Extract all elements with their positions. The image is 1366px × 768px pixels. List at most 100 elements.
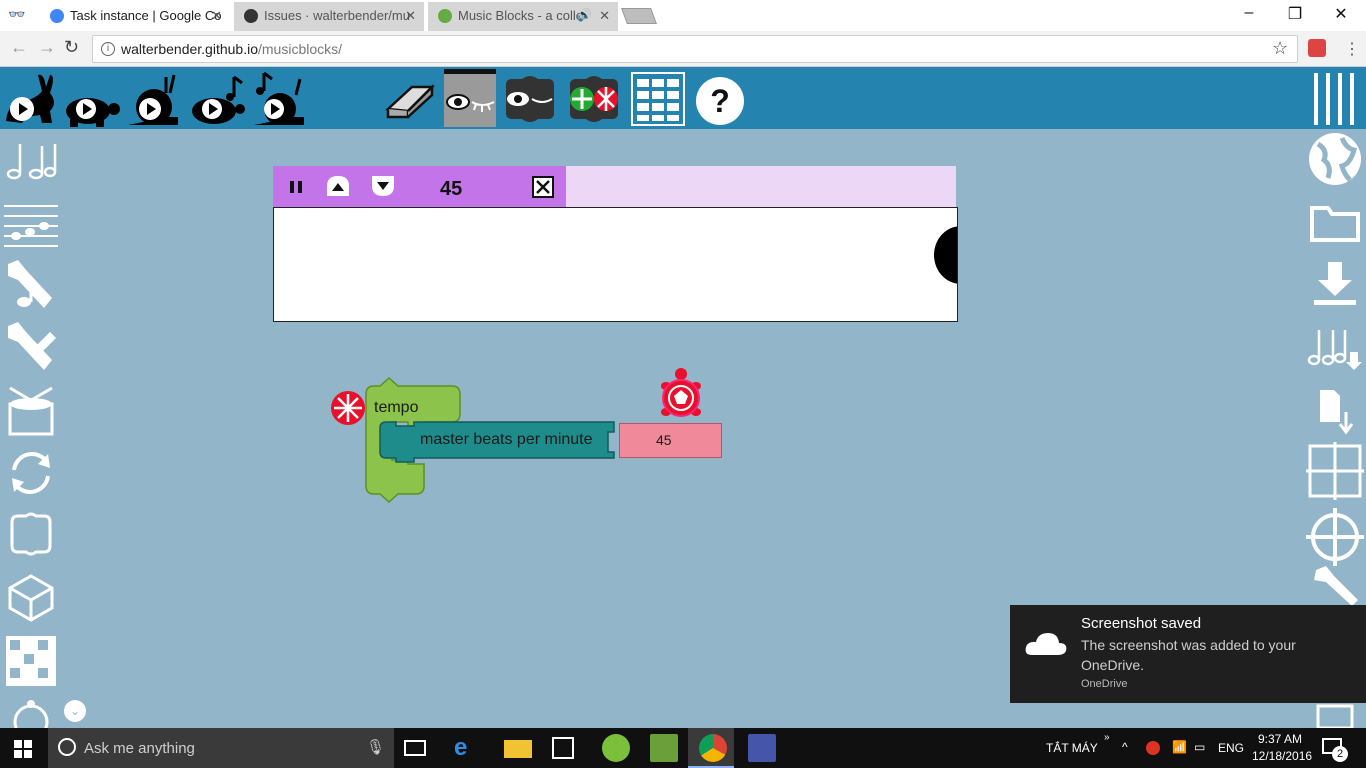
task-view-icon[interactable] — [404, 740, 426, 756]
windows-taskbar: Ask me anything 🎙 e TẮT MÁY » ^ 📶 ▭ ENG … — [0, 728, 1366, 768]
notification-app: OneDrive — [1081, 678, 1128, 690]
url-input[interactable]: i walterbender.github.io/musicblocks/ — [92, 35, 1298, 63]
speed-up-icon[interactable] — [325, 174, 351, 200]
bookmark-star-icon[interactable]: ☆ — [1272, 38, 1288, 59]
grid-palette-icon[interactable] — [4, 634, 58, 688]
tab-close-icon[interactable]: ✕ — [599, 2, 610, 29]
tab-label: Music Blocks - a colle — [458, 8, 583, 23]
tools-palette-icon[interactable] — [4, 320, 58, 374]
pitch-palette-icon[interactable] — [4, 196, 58, 250]
master-bpm-label: master beats per minute — [420, 431, 593, 448]
wifi-icon[interactable]: 📶 — [1172, 740, 1187, 754]
merge-file-icon[interactable] — [1306, 382, 1364, 440]
browser-menu-icon[interactable]: ⋮ — [1344, 39, 1360, 59]
help-icon[interactable]: ? — [692, 71, 748, 127]
language-indicator[interactable]: ENG — [1218, 741, 1244, 755]
close-widget-icon[interactable] — [530, 174, 556, 200]
tray-chevron-icon[interactable]: ^ — [1122, 740, 1128, 754]
drum-palette-icon[interactable] — [4, 384, 58, 438]
collapse-blocks-icon[interactable] — [502, 71, 558, 127]
forward-icon[interactable]: → — [38, 37, 56, 58]
new-tab-button[interactable] — [621, 8, 657, 24]
folder-open-icon[interactable] — [1306, 194, 1364, 252]
keyboard-label[interactable]: TẮT MÁY — [1046, 741, 1098, 755]
tab-task-instance[interactable]: Task instance | Google Co ✕ — [40, 2, 230, 31]
save-download-icon[interactable] — [1306, 256, 1364, 314]
main-menu-icon[interactable] — [1308, 71, 1364, 127]
show-blocks-button[interactable] — [444, 69, 496, 127]
clock-date[interactable]: 12/18/2016 — [1252, 749, 1312, 763]
rhythm-palette-icon[interactable] — [4, 136, 58, 190]
tempo-widget-canvas — [273, 207, 958, 322]
edge-icon[interactable]: e — [454, 734, 482, 762]
notifications-count-badge: 2 — [1332, 746, 1348, 762]
tempo-label: tempo — [374, 399, 419, 416]
run-fast-icon[interactable] — [2, 71, 58, 127]
boxes-palette-icon[interactable] — [4, 508, 58, 562]
maximize-button[interactable]: ❐ — [1272, 4, 1318, 26]
tab-music-blocks[interactable]: Music Blocks - a colle 🔊 ✕ — [428, 2, 618, 31]
microphone-icon[interactable]: 🎙 — [366, 738, 385, 756]
minimize-button[interactable]: – — [1226, 4, 1272, 26]
tempo-ball — [934, 226, 957, 284]
url-host: walterbender.github.io — [121, 41, 258, 57]
run-music-step-icon[interactable] — [250, 71, 306, 127]
tempo-value-display: 45 — [440, 178, 463, 200]
actions-palette-icon[interactable] — [4, 570, 58, 624]
tone-palette-icon[interactable] — [4, 258, 58, 312]
tab-close-icon[interactable]: ✕ — [405, 2, 416, 29]
grid-toggle-icon[interactable] — [1306, 442, 1364, 500]
tab-label: Task instance | Google Co — [70, 8, 222, 23]
app-chart-icon[interactable] — [650, 734, 678, 762]
tab-close-icon[interactable]: ✕ — [211, 2, 222, 29]
store-icon[interactable] — [552, 737, 574, 759]
collapse-stack-icon[interactable] — [330, 390, 366, 426]
eye-icon — [446, 94, 495, 112]
github-icon — [244, 9, 258, 23]
reload-icon[interactable]: ↻ — [64, 37, 79, 58]
chrome-icon[interactable] — [699, 734, 727, 762]
onedrive-cloud-icon — [1025, 633, 1067, 655]
pause-icon[interactable] — [283, 174, 309, 200]
cortana-icon — [58, 738, 76, 756]
notification-toast[interactable]: Screenshot saved The screenshot was adde… — [1010, 605, 1366, 703]
settings-wrench-icon[interactable] — [1306, 566, 1364, 606]
file-explorer-icon[interactable] — [504, 740, 532, 758]
app-green-icon[interactable] — [602, 734, 630, 762]
clock-time[interactable]: 9:37 AM — [1258, 732, 1302, 746]
tray-app-red-icon[interactable] — [1146, 741, 1160, 755]
app-ship-icon[interactable] — [748, 734, 776, 762]
windows-start-icon[interactable] — [14, 740, 32, 758]
run-slow-icon[interactable] — [64, 71, 120, 127]
chevron-up-icon[interactable]: » — [1104, 732, 1110, 743]
address-bar: ← → ↻ i walterbender.github.io/musicbloc… — [0, 31, 1366, 67]
battery-icon[interactable]: ▭ — [1194, 740, 1205, 754]
run-music-slow-icon[interactable] — [190, 71, 246, 127]
cortana-search-box[interactable]: Ask me anything 🎙 — [48, 728, 394, 768]
slow-down-icon[interactable] — [370, 174, 396, 200]
target-icon[interactable] — [1306, 508, 1364, 566]
expand-collapse-icon[interactable] — [566, 71, 622, 127]
extension-icon[interactable] — [1308, 39, 1326, 57]
info-icon[interactable]: i — [101, 42, 115, 56]
grid-menu-icon[interactable] — [630, 71, 686, 127]
svg-text:?: ? — [710, 83, 730, 119]
eraser-icon[interactable] — [382, 71, 438, 127]
run-step-icon[interactable] — [124, 71, 180, 127]
mouse-turtle-icon[interactable] — [658, 366, 704, 424]
tab-label: Issues · walterbender/mu — [264, 8, 410, 23]
number-block-value[interactable]: 45 — [656, 432, 672, 448]
chevron-down-icon[interactable]: ⌄ — [64, 700, 86, 722]
close-button[interactable]: ✕ — [1318, 4, 1364, 26]
tab-issues[interactable]: Issues · walterbender/mu ✕ — [234, 2, 424, 31]
flow-palette-icon[interactable] — [4, 446, 58, 500]
globe-icon[interactable] — [1306, 130, 1364, 188]
extras-palette-icon[interactable] — [4, 696, 58, 728]
notification-title: Screenshot saved — [1081, 615, 1202, 632]
restore-trash-icon[interactable] — [1306, 704, 1364, 728]
url-path: /musicblocks/ — [258, 41, 343, 57]
status-widget-header-extension — [566, 166, 956, 208]
music-blocks-icon — [438, 9, 452, 23]
back-icon[interactable]: ← — [10, 37, 28, 58]
save-music-icon[interactable] — [1306, 318, 1364, 376]
